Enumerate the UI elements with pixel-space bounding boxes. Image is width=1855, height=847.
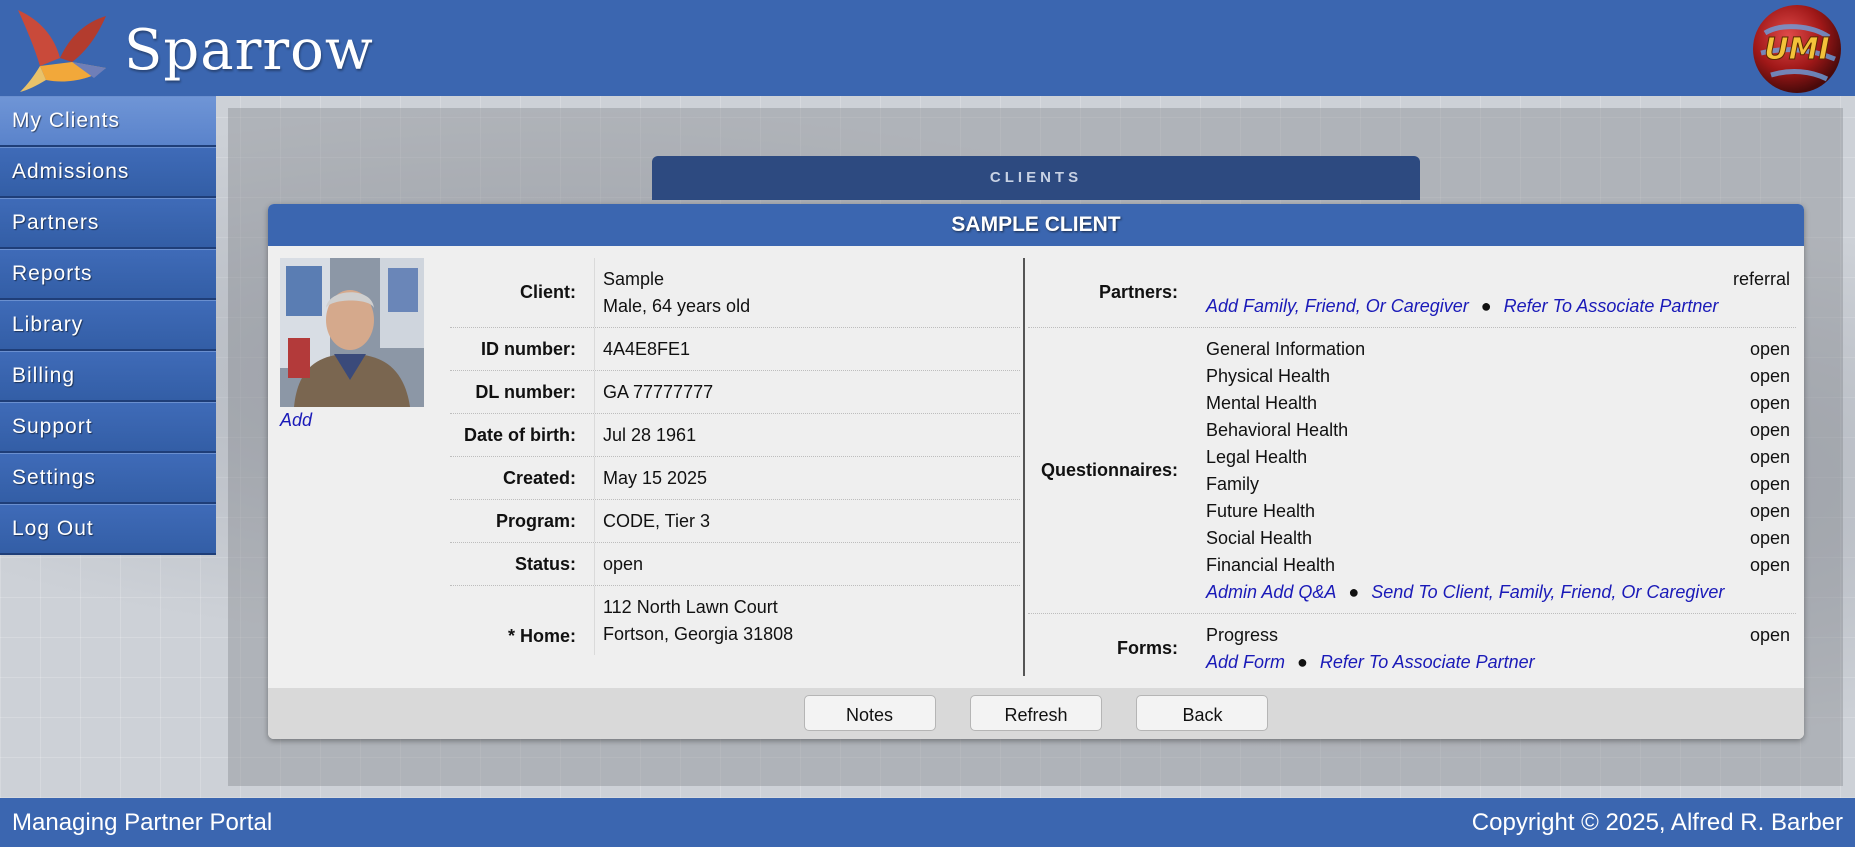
app-header: Sparrow UMI bbox=[0, 0, 1855, 96]
copyright-text: Copyright © 2025, Alfred R. Barber bbox=[1471, 809, 1843, 836]
sidebar-nav: My Clients Admissions Partners Reports L… bbox=[0, 96, 216, 555]
nav-item-settings[interactable]: Settings bbox=[0, 453, 216, 504]
status-row: Status: open bbox=[450, 543, 1020, 586]
add-form-link[interactable]: Add Form bbox=[1206, 652, 1285, 672]
add-family-friend-caregiver-link[interactable]: Add Family, Friend, Or Caregiver bbox=[1206, 296, 1469, 316]
created-row: Created: May 15 2025 bbox=[450, 457, 1020, 500]
home-address-line2: Fortson, Georgia 31808 bbox=[603, 624, 794, 644]
forms-refer-associate-partner-link[interactable]: Refer To Associate Partner bbox=[1320, 652, 1535, 672]
nav-item-library[interactable]: Library bbox=[0, 300, 216, 351]
questionnaire-item[interactable]: General Information open bbox=[1206, 336, 1796, 363]
home-row: * Home: 112 North Lawn Court Fortson, Ge… bbox=[450, 586, 1020, 655]
notes-button[interactable]: Notes bbox=[803, 695, 936, 731]
questionnaire-status: open bbox=[1749, 366, 1790, 386]
questionnaire-status: open bbox=[1749, 474, 1790, 494]
questionnaire-item[interactable]: Behavioral Health open bbox=[1206, 417, 1796, 444]
app-footer: Managing Partner Portal Copyright © 2025… bbox=[0, 798, 1855, 847]
program-label: Program: bbox=[450, 500, 595, 542]
form-item[interactable]: Progress open bbox=[1206, 622, 1796, 649]
nav-item-log-out[interactable]: Log Out bbox=[0, 504, 216, 555]
forms-label: Forms: bbox=[1116, 638, 1178, 658]
separator-dot: ● bbox=[1297, 652, 1308, 672]
dl-number-label: DL number: bbox=[450, 371, 595, 413]
questionnaire-status: open bbox=[1749, 501, 1790, 521]
client-info-table: Client: Sample Male, 64 years old ID num… bbox=[450, 258, 1020, 655]
questionnaires-row: Questionnaires: General Information open … bbox=[1028, 328, 1796, 614]
nav-item-billing[interactable]: Billing bbox=[0, 351, 216, 402]
id-number-row: ID number: 4A4E8FE1 bbox=[450, 328, 1020, 371]
refer-associate-partner-link[interactable]: Refer To Associate Partner bbox=[1504, 296, 1719, 316]
client-detail-modal: SAMPLE CLIENT Add Client: Sample Male, 6… bbox=[268, 204, 1804, 739]
client-gender-age: Male, 64 years old bbox=[603, 296, 751, 316]
date-of-birth-label: Date of birth: bbox=[450, 414, 595, 456]
questionnaires-label: Questionnaires: bbox=[1040, 460, 1178, 480]
separator-dot: ● bbox=[1348, 582, 1360, 602]
client-label: Client: bbox=[450, 258, 595, 327]
partners-status: referral bbox=[1732, 269, 1790, 289]
brand-name: Sparrow bbox=[124, 18, 374, 83]
sparrow-logo-icon bbox=[18, 10, 106, 92]
form-status: open bbox=[1749, 625, 1790, 645]
questionnaire-item[interactable]: Future Health open bbox=[1206, 498, 1796, 525]
modal-title: SAMPLE CLIENT bbox=[268, 204, 1804, 246]
column-divider bbox=[1023, 258, 1025, 676]
portal-name: Managing Partner Portal bbox=[12, 809, 273, 836]
date-of-birth-value: Jul 28 1961 bbox=[603, 425, 697, 445]
client-name: Sample bbox=[603, 269, 665, 289]
separator-dot: ● bbox=[1480, 296, 1492, 316]
date-of-birth-row: Date of birth: Jul 28 1961 bbox=[450, 414, 1020, 457]
refresh-button[interactable]: Refresh bbox=[970, 695, 1102, 731]
program-row: Program: CODE, Tier 3 bbox=[450, 500, 1020, 543]
partners-label: Partners: bbox=[1098, 282, 1178, 302]
nav-item-reports[interactable]: Reports bbox=[0, 249, 216, 300]
created-value: May 15 2025 bbox=[603, 468, 708, 488]
status-label: Status: bbox=[450, 543, 595, 585]
questionnaire-status: open bbox=[1749, 420, 1790, 440]
client-row: Client: Sample Male, 64 years old bbox=[450, 258, 1020, 328]
nav-item-partners[interactable]: Partners bbox=[0, 198, 216, 249]
home-label: * Home: bbox=[450, 586, 595, 655]
questionnaire-item[interactable]: Social Health open bbox=[1206, 525, 1796, 552]
questionnaire-item[interactable]: Legal Health open bbox=[1206, 444, 1796, 471]
partners-row: Partners: referral Add Family, Friend, O… bbox=[1028, 258, 1796, 328]
dl-number-value: GA 77777777 bbox=[603, 382, 714, 402]
created-label: Created: bbox=[450, 457, 595, 499]
client-photo-image bbox=[280, 258, 424, 407]
questionnaire-item[interactable]: Family open bbox=[1206, 471, 1796, 498]
admin-add-qa-link[interactable]: Admin Add Q&A bbox=[1206, 582, 1336, 602]
forms-row: Forms: Progress open Add Form ● Refer To As… bbox=[1028, 614, 1796, 683]
client-photo bbox=[280, 258, 424, 407]
id-number-label: ID number: bbox=[450, 328, 595, 370]
clients-panel-header: CLIENTS bbox=[652, 156, 1420, 200]
id-number-value: 4A4E8FE1 bbox=[603, 339, 691, 359]
questionnaire-item[interactable]: Physical Health open bbox=[1206, 363, 1796, 390]
umi-logo-text: UMI bbox=[1764, 32, 1829, 67]
questionnaire-status: open bbox=[1749, 555, 1790, 575]
questionnaire-status: open bbox=[1749, 447, 1790, 467]
questionnaire-status: open bbox=[1749, 393, 1790, 413]
nav-item-support[interactable]: Support bbox=[0, 402, 216, 453]
umi-globe-logo-icon: UMI bbox=[1753, 5, 1841, 93]
back-button[interactable]: Back bbox=[1136, 695, 1269, 731]
nav-item-my-clients[interactable]: My Clients bbox=[0, 96, 216, 147]
questionnaire-item[interactable]: Mental Health open bbox=[1206, 390, 1796, 417]
nav-item-admissions[interactable]: Admissions bbox=[0, 147, 216, 198]
send-to-client-link[interactable]: Send To Client, Family, Friend, Or Careg… bbox=[1371, 582, 1724, 602]
status-value: open bbox=[603, 554, 644, 574]
dl-number-row: DL number: GA 77777777 bbox=[450, 371, 1020, 414]
questionnaire-status: open bbox=[1749, 339, 1790, 359]
client-relations-table: Partners: referral Add Family, Friend, O… bbox=[1028, 258, 1796, 683]
questionnaire-status: open bbox=[1749, 528, 1790, 548]
modal-footer: Notes Refresh Back bbox=[268, 688, 1804, 739]
home-address-line1: 112 North Lawn Court bbox=[603, 597, 778, 617]
questionnaire-item[interactable]: Financial Health open bbox=[1206, 552, 1796, 579]
add-photo-link[interactable]: Add bbox=[280, 410, 312, 431]
program-value: CODE, Tier 3 bbox=[603, 511, 711, 531]
